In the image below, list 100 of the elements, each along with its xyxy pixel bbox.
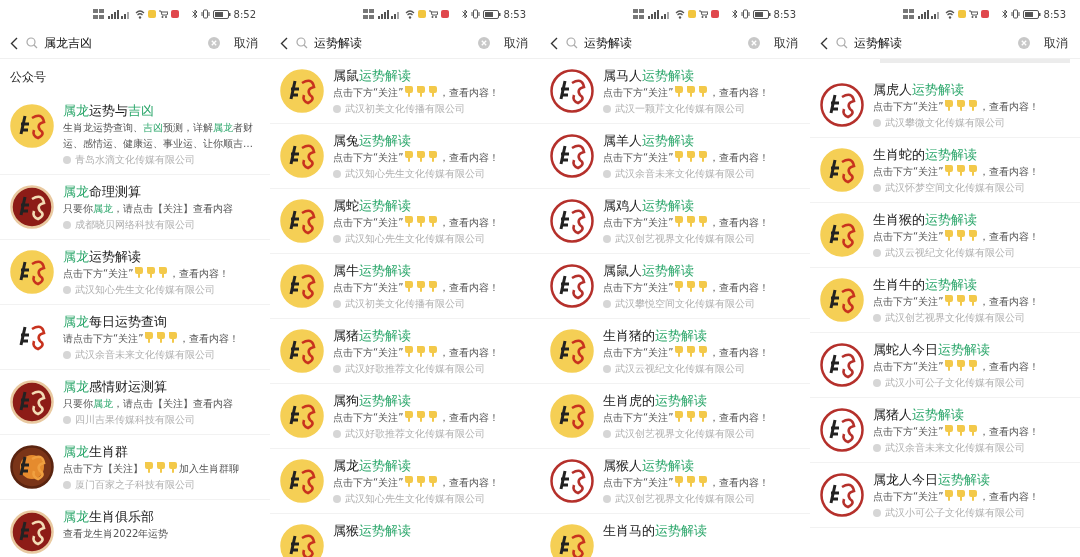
- cancel-link[interactable]: 取消: [774, 34, 798, 52]
- signal-icon: [918, 9, 942, 19]
- pointing-down-hand-icon: [968, 359, 979, 371]
- pointing-down-hand-icon: [944, 489, 955, 501]
- company-name: 武汉创艺视界文化传媒有限公司: [615, 492, 755, 506]
- description-text: 查看龙生肖2022年运势: [63, 527, 170, 541]
- pointing-down-hand-icon: [944, 294, 955, 306]
- vibrate-icon: [470, 9, 480, 19]
- company-name: 武汉攀悦空间文化传媒有限公司: [615, 297, 755, 311]
- account-title[interactable]: 属猴运势解读: [333, 522, 535, 540]
- company-name: 武汉创艺视界文化传媒有限公司: [615, 232, 755, 246]
- account-title[interactable]: 属龙感情财运测算: [63, 378, 265, 396]
- description-text: 只要你属龙，请点击【关注】查看内容: [63, 397, 234, 411]
- account-title[interactable]: 属龙每日运势查询: [63, 313, 265, 331]
- pointing-down-hand-icon: [686, 475, 697, 487]
- account-title[interactable]: 属虎人运势解读: [873, 81, 1075, 99]
- account-title[interactable]: 生肖虎的运势解读: [603, 392, 805, 410]
- pointing-down-hand-icon: [674, 475, 685, 487]
- pointing-down-hand-icon: [686, 345, 697, 357]
- account-title[interactable]: 属龙运势与吉凶: [63, 102, 265, 120]
- back-icon[interactable]: [550, 36, 558, 50]
- account-title[interactable]: 生肖牛的运势解读: [873, 276, 1075, 294]
- wifi-icon: [675, 9, 685, 19]
- pointing-down-hand-icon: [404, 280, 415, 292]
- account-title[interactable]: 属牛运势解读: [333, 262, 535, 280]
- account-title[interactable]: 属鼠运势解读: [333, 67, 535, 85]
- account-title[interactable]: 属羊人运势解读: [603, 132, 805, 150]
- account-title[interactable]: 属龙命理测算: [63, 183, 265, 201]
- pointing-down-hand-icon: [404, 475, 415, 487]
- account-title[interactable]: 属猴人运势解读: [603, 457, 805, 475]
- description-text: ，查看内容！: [709, 477, 770, 488]
- account-title[interactable]: 属龙运势解读: [333, 457, 535, 475]
- description-text: ，查看内容！: [439, 477, 500, 488]
- pointing-down-hand-icon: [674, 410, 685, 422]
- back-icon[interactable]: [820, 36, 828, 50]
- description-text: 点击下方“关注”: [333, 87, 404, 98]
- account-title[interactable]: 属猪运势解读: [333, 327, 535, 345]
- account-title[interactable]: 属猪人运势解读: [873, 406, 1075, 424]
- company-name: 武汉创艺视界文化传媒有限公司: [885, 311, 1025, 325]
- pointing-down-hand-icon: [674, 215, 685, 227]
- account-title[interactable]: 属马人运势解读: [603, 67, 805, 85]
- zodiac-logo-icon: [820, 83, 864, 127]
- search-field[interactable]: 运势解读: [836, 34, 1010, 52]
- description-text: 点击下方“关注”: [873, 361, 944, 372]
- cancel-link[interactable]: 取消: [234, 34, 258, 52]
- description-text: 点击下方“关注”: [333, 217, 404, 228]
- account-title[interactable]: 生肖猪的运势解读: [603, 327, 805, 345]
- bluetooth-icon: [731, 9, 738, 19]
- search-field[interactable]: 运势解读: [296, 34, 470, 52]
- account-title[interactable]: 属龙生肖群: [63, 443, 265, 461]
- description-text: ，查看内容！: [439, 347, 500, 358]
- back-icon[interactable]: [10, 36, 18, 50]
- account-title[interactable]: 属鸡人运势解读: [603, 197, 805, 215]
- pointing-down-hand-icon: [428, 475, 439, 487]
- vibrate-icon: [740, 9, 750, 19]
- description-text: ，查看内容！: [439, 152, 500, 163]
- pointing-down-hand-icon: [686, 150, 697, 162]
- description-text: 点击下方“关注”: [333, 152, 404, 163]
- account-title[interactable]: 属狗运势解读: [333, 392, 535, 410]
- account-title[interactable]: 属龙人今日运势解读: [873, 471, 1075, 489]
- account-title[interactable]: 生肖马的运势解读: [603, 522, 805, 540]
- pointing-down-hand-icon: [968, 489, 979, 501]
- pointing-down-hand-icon: [944, 229, 955, 241]
- cancel-link[interactable]: 取消: [504, 34, 528, 52]
- pointing-down-hand-icon: [674, 150, 685, 162]
- company-name: 武汉好歌推荐文化传媒有限公司: [345, 362, 485, 376]
- pointing-down-hand-icon: [698, 85, 709, 97]
- account-title[interactable]: 属鼠人运势解读: [603, 262, 805, 280]
- description-text: ，查看内容！: [979, 166, 1040, 177]
- company-name: 成都晓贝网络科技有限公司: [75, 218, 195, 232]
- description-text: 点击下方“关注”: [603, 347, 674, 358]
- company-name: 武汉知心先生文化传媒有限公司: [345, 232, 485, 246]
- company-name: 武汉云视纪文化传媒有限公司: [615, 362, 745, 376]
- zodiac-logo-icon: [10, 380, 54, 424]
- pointing-down-hand-icon: [428, 345, 439, 357]
- company-name: 武汉余音未来文化传媒有限公司: [885, 441, 1025, 455]
- account-title[interactable]: 属蛇运势解读: [333, 197, 535, 215]
- pointing-down-hand-icon: [698, 150, 709, 162]
- account-title[interactable]: 生肖蛇的运势解读: [873, 146, 1075, 164]
- pointing-down-hand-icon: [416, 150, 427, 162]
- bluetooth-icon: [191, 9, 198, 19]
- search-field[interactable]: 属龙吉凶: [26, 34, 200, 52]
- battery-icon: [482, 9, 501, 19]
- zodiac-logo-icon: [10, 445, 54, 489]
- search-field[interactable]: 运势解读: [566, 34, 740, 52]
- cancel-link[interactable]: 取消: [1044, 34, 1068, 52]
- pointing-down-hand-icon: [416, 85, 427, 97]
- account-title[interactable]: 属蛇人今日运势解读: [873, 341, 1075, 359]
- description-text: ，查看内容！: [179, 333, 240, 344]
- description-text: ，查看内容！: [979, 491, 1040, 502]
- account-title[interactable]: 生肖猴的运势解读: [873, 211, 1075, 229]
- account-title[interactable]: 属龙生肖俱乐部: [63, 508, 265, 526]
- description-text: 点击下方“关注”: [333, 347, 404, 358]
- signal-icon: [378, 9, 402, 19]
- zodiac-logo-icon: [280, 394, 324, 438]
- battery-icon: [752, 9, 771, 19]
- account-title[interactable]: 属龙运势解读: [63, 248, 265, 266]
- pointing-down-hand-icon: [674, 280, 685, 292]
- account-title[interactable]: 属兔运势解读: [333, 132, 535, 150]
- back-icon[interactable]: [280, 36, 288, 50]
